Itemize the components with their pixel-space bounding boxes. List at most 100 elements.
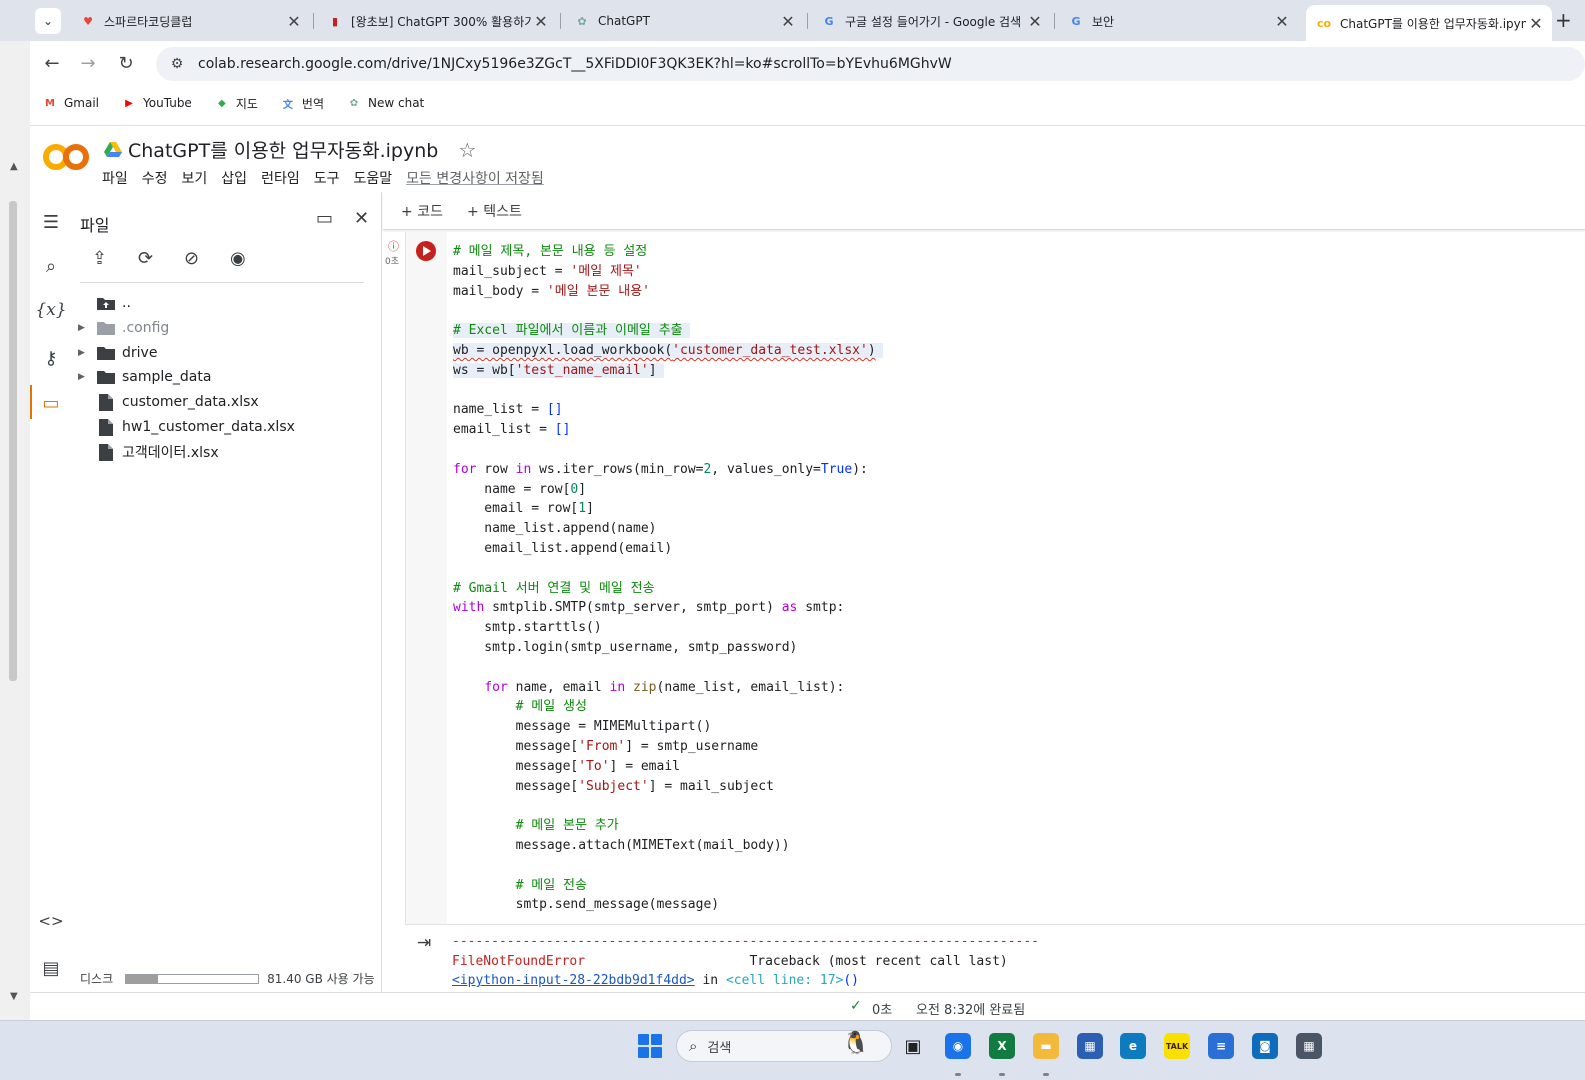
browser-tab[interactable]: ♥ 스파르타코딩클럽 ✕ bbox=[70, 7, 310, 35]
code-line[interactable]: email_list = [] bbox=[453, 420, 883, 440]
code-line[interactable]: message['From'] = smtp_username bbox=[453, 737, 883, 757]
variables-icon[interactable]: {x} bbox=[30, 300, 72, 320]
key-icon[interactable]: ⚷ bbox=[30, 348, 72, 369]
menu-item[interactable]: 삽입 bbox=[221, 168, 247, 188]
file-tree-item[interactable]: ▶ sample_data bbox=[72, 366, 211, 388]
site-settings-icon[interactable]: ⚙ bbox=[166, 56, 188, 72]
bookmark-item[interactable]: ✿ New chat bbox=[346, 95, 424, 111]
file-tree-item[interactable]: .. bbox=[72, 292, 131, 314]
code-line[interactable]: smtp.login(smtp_username, smtp_password) bbox=[453, 638, 883, 658]
unmount-drive-icon[interactable]: ⊘ bbox=[184, 248, 230, 269]
penguin-widget-icon[interactable]: 🐧 bbox=[842, 1031, 869, 1056]
add-text-button[interactable]: + 텍스트 bbox=[467, 201, 522, 221]
bookmark-item[interactable]: ▶ YouTube bbox=[121, 95, 192, 111]
caret-right-icon[interactable]: ▶ bbox=[78, 323, 90, 333]
code-line[interactable]: mail_body = '메일 본문 내용' bbox=[453, 282, 883, 302]
table-of-contents-icon[interactable]: ☰ bbox=[30, 212, 72, 233]
close-icon[interactable]: ✕ bbox=[1526, 14, 1546, 33]
file-tree-item[interactable]: hw1_customer_data.xlsx bbox=[72, 416, 295, 438]
folder-icon[interactable]: ▭ bbox=[30, 393, 72, 414]
scroll-up-icon[interactable]: ▲ bbox=[10, 161, 18, 172]
code-line[interactable]: name_list.append(name) bbox=[453, 519, 883, 539]
app-blue-icon[interactable]: ◙ bbox=[1252, 1033, 1278, 1059]
add-code-button[interactable]: + 코드 bbox=[401, 201, 443, 221]
file-explorer-icon[interactable]: ▬ bbox=[1033, 1033, 1059, 1059]
bookmark-item[interactable]: 文 번역 bbox=[280, 95, 324, 112]
menu-item[interactable]: 수정 bbox=[142, 168, 168, 188]
code-line[interactable] bbox=[453, 559, 883, 579]
caret-right-icon[interactable]: ▶ bbox=[78, 348, 90, 358]
code-line[interactable]: for row in ws.iter_rows(min_row=2, value… bbox=[453, 460, 883, 480]
refresh-folder-icon[interactable]: ⟳ bbox=[138, 248, 184, 269]
code-line[interactable]: with smtplib.SMTP(smtp_server, smtp_port… bbox=[453, 598, 883, 618]
code-line[interactable]: # 메일 생성 bbox=[453, 697, 883, 717]
code-line[interactable]: # Excel 파일에서 이름과 이메일 추출 bbox=[453, 321, 883, 341]
scrollbar-thumb[interactable] bbox=[9, 201, 17, 681]
code-line[interactable]: message.attach(MIMEText(mail_body)) bbox=[453, 836, 883, 856]
code-line[interactable]: smtp.starttls() bbox=[453, 618, 883, 638]
code-line[interactable]: mail_subject = '메일 제목' bbox=[453, 262, 883, 282]
code-line[interactable] bbox=[453, 658, 883, 678]
task-view-icon[interactable]: ▣ bbox=[900, 1033, 926, 1059]
url-text[interactable]: colab.research.google.com/drive/1NJCxy51… bbox=[198, 56, 952, 72]
new-tab-button[interactable]: + bbox=[1555, 8, 1572, 32]
code-line[interactable] bbox=[453, 796, 883, 816]
run-cell-button[interactable] bbox=[416, 241, 436, 261]
scroll-down-icon[interactable]: ▼ bbox=[10, 991, 18, 1002]
code-line[interactable]: message['Subject'] = mail_subject bbox=[453, 777, 883, 797]
code-line[interactable] bbox=[453, 381, 883, 401]
output-actions-icon[interactable]: ⇥ bbox=[417, 933, 431, 953]
edge-icon[interactable]: e bbox=[1120, 1033, 1146, 1059]
forward-icon[interactable]: → bbox=[76, 53, 100, 74]
notebook-title-text[interactable]: ChatGPT를 이용한 업무자동화.ipynb bbox=[128, 136, 438, 163]
code-line[interactable]: # 메일 전송 bbox=[453, 876, 883, 896]
menu-item[interactable]: 도움말 bbox=[353, 168, 392, 188]
code-line[interactable]: # 메일 본문 추가 bbox=[453, 816, 883, 836]
code-line[interactable] bbox=[453, 856, 883, 876]
colab-logo-icon[interactable] bbox=[42, 140, 90, 174]
code-line[interactable]: message = MIMEMultipart() bbox=[453, 717, 883, 737]
upload-file-icon[interactable]: ⇪ bbox=[92, 248, 138, 269]
browser-tab[interactable]: ▮ [왕초보] ChatGPT 300% 활용하기 ✕ bbox=[317, 7, 557, 35]
tab-search-button[interactable]: ⌄ bbox=[35, 8, 61, 34]
menu-item[interactable]: 도구 bbox=[314, 168, 340, 188]
file-tree-item[interactable]: customer_data.xlsx bbox=[72, 391, 259, 413]
chrome-icon[interactable]: ◉ bbox=[945, 1033, 971, 1059]
code-line[interactable]: ws = wb['test_name_email'] bbox=[453, 361, 883, 381]
browser-tab[interactable]: G 구글 설정 들어가기 - Google 검색 ✕ bbox=[811, 7, 1051, 35]
bookmark-item[interactable]: M Gmail bbox=[42, 95, 99, 111]
open-in-tab-icon[interactable]: ▭ bbox=[316, 208, 333, 229]
search-icon[interactable]: ⌕ bbox=[30, 256, 72, 277]
show-hidden-files-icon[interactable]: ◉ bbox=[230, 248, 276, 269]
store-icon[interactable]: ▦ bbox=[1077, 1033, 1103, 1059]
close-icon[interactable]: ✕ bbox=[1025, 12, 1045, 31]
kakaotalk-icon[interactable]: TALK bbox=[1164, 1033, 1190, 1059]
close-icon[interactable]: ✕ bbox=[778, 12, 798, 31]
reload-icon[interactable]: ↻ bbox=[114, 53, 138, 74]
code-line[interactable]: name_list = [] bbox=[453, 400, 883, 420]
close-icon[interactable]: ✕ bbox=[284, 12, 304, 31]
notebook-title[interactable]: ChatGPT를 이용한 업무자동화.ipynb ☆ bbox=[104, 136, 476, 163]
windows-start-icon[interactable] bbox=[638, 1034, 662, 1058]
code-line[interactable]: # 메일 제목, 본문 내용 등 설정 bbox=[453, 242, 883, 262]
close-icon[interactable]: ✕ bbox=[531, 12, 551, 31]
star-icon[interactable]: ☆ bbox=[458, 138, 476, 162]
excel-icon[interactable]: X bbox=[989, 1033, 1015, 1059]
code-text[interactable]: # 메일 제목, 본문 내용 등 설정 mail_subject = '메일 제목… bbox=[453, 242, 884, 915]
calculator-icon[interactable]: ▦ bbox=[1296, 1033, 1322, 1059]
menu-item[interactable]: 파일 bbox=[102, 168, 128, 188]
notepad-icon[interactable]: ≡ bbox=[1208, 1033, 1234, 1059]
save-status[interactable]: 모든 변경사항이 저장됨 bbox=[406, 168, 544, 188]
ipython-input-link[interactable]: <ipython-input-28-22bdb9d1f4dd> bbox=[452, 973, 695, 988]
code-line[interactable]: message['To'] = email bbox=[453, 757, 883, 777]
address-bar[interactable]: ⚙ colab.research.google.com/drive/1NJCxy… bbox=[156, 47, 1585, 81]
menu-item[interactable]: 보기 bbox=[182, 168, 208, 188]
caret-right-icon[interactable]: ▶ bbox=[78, 372, 90, 382]
code-line[interactable] bbox=[453, 440, 883, 460]
file-tree-item[interactable]: ▶ .config bbox=[72, 317, 169, 339]
bookmark-item[interactable]: ◆ 지도 bbox=[214, 95, 258, 112]
close-icon[interactable]: ✕ bbox=[354, 208, 369, 229]
code-line[interactable]: # Gmail 서버 연결 및 메일 전송 bbox=[453, 579, 883, 599]
code-line[interactable]: for name, email in zip(name_list, email_… bbox=[453, 678, 883, 698]
file-tree-item[interactable]: ▶ drive bbox=[72, 342, 157, 364]
